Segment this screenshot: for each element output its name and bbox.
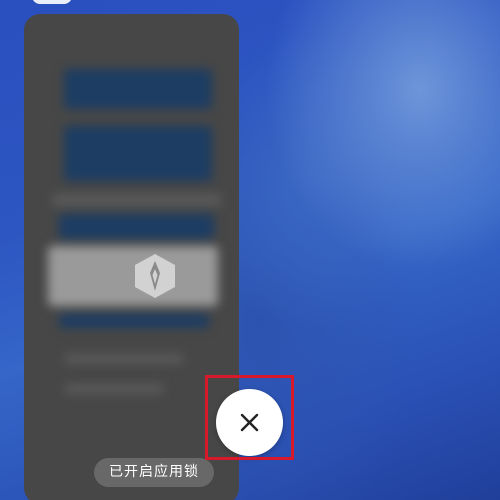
recent-apps-screen: 已开启应用锁 [0,0,500,500]
app-lock-status-badge: 已开启应用锁 [94,458,214,487]
close-icon [240,413,259,432]
previous-card-edge[interactable] [32,0,72,4]
close-app-button[interactable] [216,389,283,456]
locked-app-card[interactable]: 已开启应用锁 [24,14,239,500]
app-lock-shield-icon [130,251,180,301]
